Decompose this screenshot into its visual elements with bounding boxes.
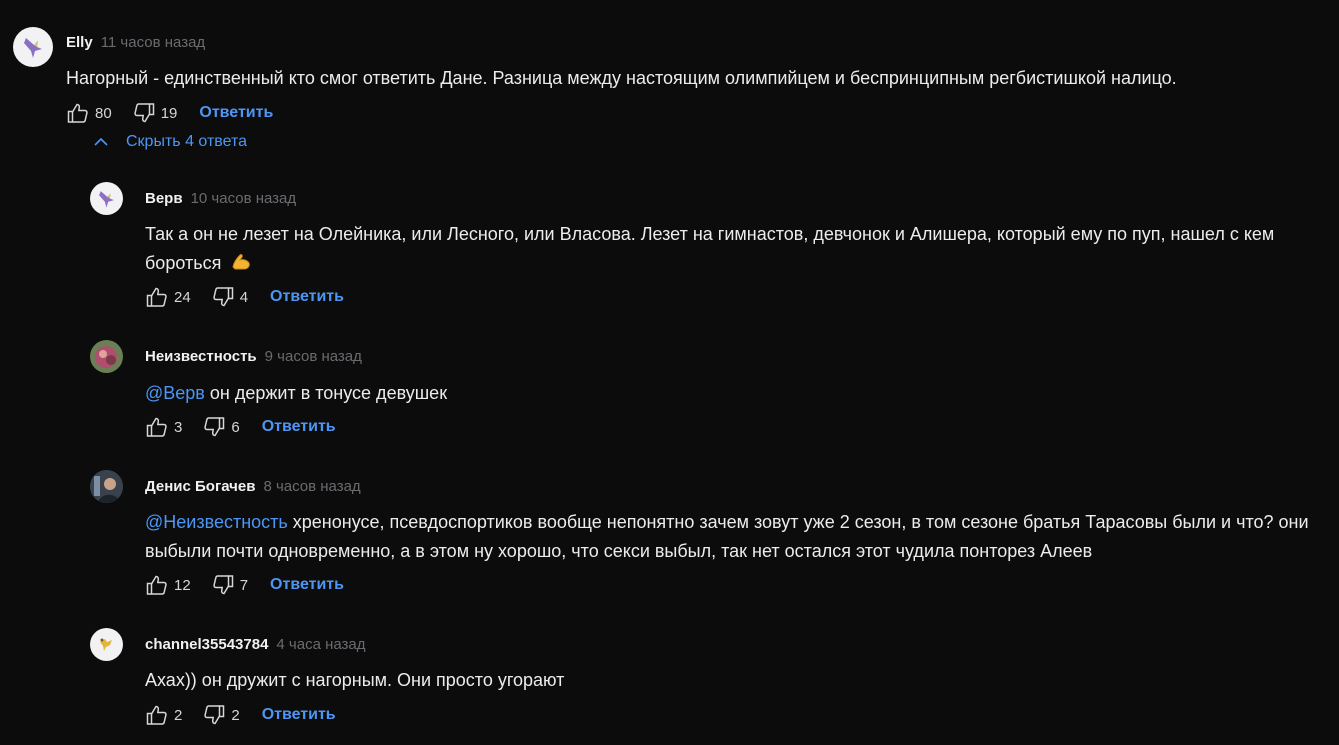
comment-author[interactable]: Elly bbox=[66, 34, 93, 51]
reply-button[interactable]: Ответить bbox=[270, 576, 344, 594]
like-button[interactable]: 2 bbox=[145, 703, 182, 727]
hummingbird-icon[interactable] bbox=[13, 27, 53, 67]
dislike-count: 7 bbox=[239, 576, 249, 594]
thumbs-up-icon bbox=[146, 705, 167, 725]
like-button[interactable]: 80 bbox=[66, 101, 112, 125]
reply-author[interactable]: channel35543784 bbox=[145, 636, 268, 653]
dislike-button[interactable]: 19 bbox=[132, 101, 178, 125]
hummingbird-icon[interactable] bbox=[90, 182, 123, 215]
hide-replies-button[interactable]: Скрыть 4 ответа bbox=[92, 133, 247, 151]
like-button[interactable]: 3 bbox=[145, 415, 182, 439]
thumbs-down-icon bbox=[212, 287, 233, 307]
reply-button[interactable]: Ответить bbox=[199, 104, 273, 122]
dislike-button[interactable]: 7 bbox=[211, 573, 248, 597]
reply-text: хренонусе, псевдоспортиков вообще непоня… bbox=[145, 512, 1309, 561]
photo-avatar[interactable] bbox=[90, 470, 123, 503]
mention-link[interactable]: @Верв bbox=[145, 383, 205, 403]
photo-avatar[interactable] bbox=[90, 340, 123, 373]
reply-author[interactable]: Верв bbox=[145, 190, 183, 207]
reply-author[interactable]: Неизвестность bbox=[145, 348, 257, 365]
dislike-button[interactable]: 6 bbox=[202, 415, 240, 439]
thumbs-down-icon bbox=[204, 705, 225, 725]
hide-replies-label: Скрыть 4 ответа bbox=[126, 133, 248, 150]
like-count: 2 bbox=[174, 706, 183, 724]
like-count: 12 bbox=[174, 576, 191, 594]
dislike-count: 2 bbox=[231, 706, 240, 724]
like-count: 80 bbox=[95, 104, 112, 122]
chevron-up-icon bbox=[94, 137, 108, 146]
thumbs-down-icon bbox=[212, 575, 233, 595]
dislike-button[interactable]: 4 bbox=[211, 285, 248, 309]
thumbs-up-icon bbox=[146, 287, 167, 307]
like-count: 3 bbox=[174, 418, 183, 436]
like-button[interactable]: 12 bbox=[145, 573, 191, 597]
flexed-biceps-icon bbox=[230, 252, 252, 281]
reply-button[interactable]: Ответить bbox=[262, 706, 336, 724]
like-button[interactable]: 24 bbox=[145, 285, 191, 309]
reply-time: 9 часов назад bbox=[264, 348, 362, 365]
reply-text: Ахах)) он дружит с нагорным. Они просто … bbox=[145, 670, 565, 690]
reply-time: 10 часов назад bbox=[190, 190, 297, 207]
thumbs-up-icon bbox=[146, 575, 167, 595]
reply-button[interactable]: Ответить bbox=[270, 288, 344, 306]
dislike-button[interactable]: 2 bbox=[202, 703, 240, 727]
bird-icon[interactable] bbox=[90, 628, 123, 661]
comment-text: Нагорный - единственный кто смог ответит… bbox=[66, 68, 1177, 88]
thumbs-up-icon bbox=[146, 417, 167, 437]
dislike-count: 19 bbox=[160, 104, 178, 122]
thumbs-down-icon bbox=[204, 417, 225, 437]
reply-button[interactable]: Ответить bbox=[262, 418, 336, 436]
dislike-count: 4 bbox=[239, 288, 249, 306]
reply-time: 4 часа назад bbox=[276, 636, 366, 653]
comment-time: 11 часов назад bbox=[100, 34, 206, 51]
reply-author[interactable]: Денис Богачев bbox=[145, 478, 255, 495]
reply-text: он держит в тонусе девушек bbox=[204, 383, 448, 403]
like-count: 24 bbox=[174, 288, 191, 306]
reply-time: 8 часов назад bbox=[263, 478, 361, 495]
mention-link[interactable]: @Неизвестность bbox=[145, 512, 288, 532]
thumbs-down-icon bbox=[133, 103, 154, 123]
dislike-count: 6 bbox=[231, 418, 240, 436]
reply-text: Так а он не лезет на Олейника, или Лесно… bbox=[145, 224, 1275, 273]
thumbs-up-icon bbox=[67, 103, 88, 123]
